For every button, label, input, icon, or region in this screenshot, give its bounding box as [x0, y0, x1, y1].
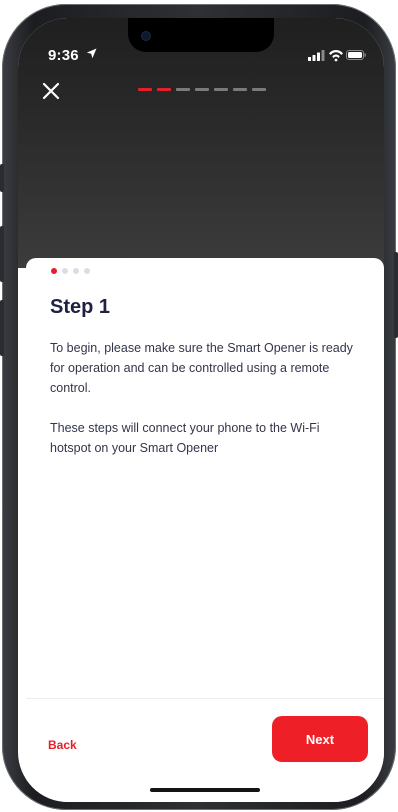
phone-screen: 9:36 Step 1 To begin, please make sure t…	[18, 18, 384, 802]
mute-switch	[0, 164, 4, 192]
volume-up-button	[0, 226, 4, 282]
step-title: Step 1	[50, 296, 111, 318]
status-time: 9:36	[48, 47, 79, 64]
progress-segment-pending	[195, 88, 209, 91]
cellular-signal-icon	[308, 50, 325, 61]
front-camera	[142, 32, 150, 40]
home-indicator[interactable]	[150, 788, 260, 792]
footer-divider	[26, 698, 384, 699]
power-button	[394, 252, 398, 338]
wifi-icon	[329, 50, 343, 62]
status-icons	[308, 50, 366, 62]
device-mockup: 9:36 Step 1 To begin, please make sure t…	[0, 0, 398, 812]
close-icon[interactable]	[40, 80, 62, 102]
back-button[interactable]: Back	[48, 738, 77, 752]
page-dot	[62, 268, 68, 274]
progress-segment-pending	[214, 88, 228, 91]
step-card: Step 1 To begin, please make sure the Sm…	[26, 258, 384, 802]
next-button[interactable]: Next	[272, 716, 368, 762]
phone-frame: 9:36 Step 1 To begin, please make sure t…	[0, 4, 398, 810]
page-dot	[73, 268, 79, 274]
location-arrow-icon	[86, 48, 97, 59]
battery-icon	[346, 50, 366, 60]
page-dot	[84, 268, 90, 274]
progress-segment-pending	[233, 88, 247, 91]
progress-segment-complete	[138, 88, 152, 91]
volume-down-button	[0, 300, 4, 356]
progress-segment-complete	[157, 88, 171, 91]
progress-segment-pending	[252, 88, 266, 91]
page-indicator	[51, 268, 90, 274]
step-instruction-text: To begin, please make sure the Smart Ope…	[50, 341, 353, 395]
step-description-text: These steps will connect your phone to t…	[50, 421, 320, 455]
progress-segment-pending	[176, 88, 190, 91]
setup-progress-bar	[138, 88, 266, 91]
page-dot-active	[51, 268, 57, 274]
